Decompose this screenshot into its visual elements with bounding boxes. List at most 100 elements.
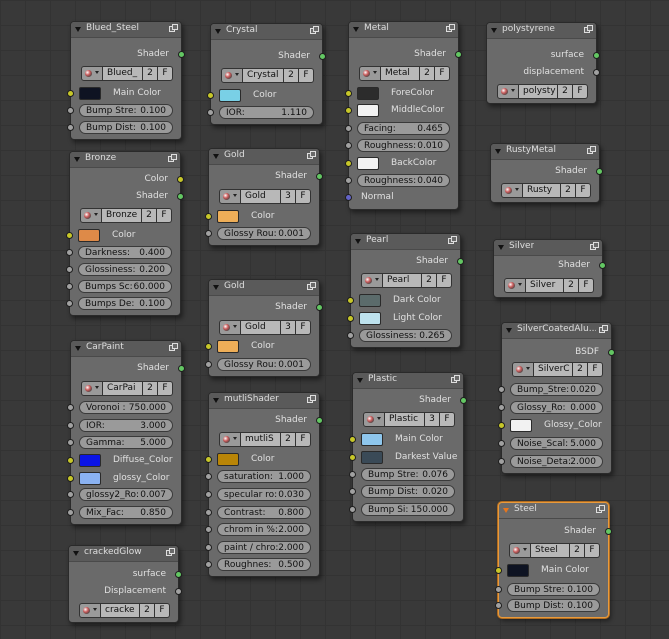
value-input-socket[interactable] bbox=[67, 107, 74, 114]
value-input-socket[interactable] bbox=[498, 386, 505, 393]
node-silver[interactable]: Silver Shader Silver 2 F bbox=[493, 239, 606, 298]
node-tree-name-field[interactable]: Crystal bbox=[243, 68, 284, 83]
output-socket[interactable] bbox=[316, 304, 323, 311]
node-header[interactable]: Gold bbox=[209, 149, 319, 165]
value-field[interactable]: Bump Dist: 0.020 bbox=[361, 485, 455, 498]
output-socket[interactable] bbox=[460, 397, 467, 404]
node-editor-canvas[interactable]: Blued_Steel Shader Blued_ 2 F Main Color Bump … bbox=[0, 0, 669, 639]
value-field[interactable]: Glossiness: 0.200 bbox=[78, 263, 172, 276]
value-input-socket[interactable] bbox=[498, 458, 505, 465]
node-header[interactable]: Silver bbox=[494, 240, 602, 256]
node-tree-users-count[interactable]: 2 bbox=[143, 66, 158, 81]
value-input-socket[interactable] bbox=[67, 509, 74, 516]
color-input-socket[interactable] bbox=[495, 567, 502, 574]
value-input-socket[interactable] bbox=[349, 488, 356, 495]
node-steel[interactable]: Steel Shader Steel 2 F Main Color Bump Stre: 0.… bbox=[495, 502, 612, 618]
fake-user-button[interactable]: F bbox=[579, 278, 594, 293]
node-tree-name-field[interactable]: Steel bbox=[531, 543, 570, 558]
output-socket[interactable] bbox=[177, 193, 184, 200]
color-swatch[interactable] bbox=[359, 294, 381, 307]
node-tree-browse-button[interactable] bbox=[81, 381, 103, 396]
color-input-socket[interactable] bbox=[345, 90, 352, 97]
color-swatch[interactable] bbox=[507, 564, 529, 577]
value-field[interactable]: Gamma: 5.000 bbox=[79, 436, 173, 449]
color-swatch[interactable] bbox=[357, 157, 379, 170]
node-tree-users-count[interactable]: 2 bbox=[573, 362, 588, 377]
output-socket[interactable] bbox=[175, 571, 182, 578]
node-header[interactable]: mutliShader bbox=[209, 393, 319, 409]
value-input-socket[interactable] bbox=[498, 440, 505, 447]
group-node-icon[interactable] bbox=[307, 395, 316, 404]
node-tree-browse-button[interactable] bbox=[512, 362, 534, 377]
node-header[interactable]: SilverCoatedAlu... bbox=[502, 323, 611, 339]
output-socket[interactable] bbox=[596, 168, 603, 175]
node-polystyrene[interactable]: polystyrene surface displacement polysty 2 F bbox=[486, 22, 600, 104]
color-input-socket[interactable] bbox=[67, 475, 74, 482]
node-header[interactable]: Metal bbox=[349, 22, 458, 38]
collapse-arrow-icon[interactable] bbox=[353, 27, 359, 32]
color-swatch[interactable] bbox=[79, 454, 101, 467]
node-tree-browse-button[interactable] bbox=[219, 189, 241, 204]
color-input-socket[interactable] bbox=[205, 213, 212, 220]
value-input-socket[interactable] bbox=[205, 491, 212, 498]
value-input-socket[interactable] bbox=[345, 177, 352, 184]
output-socket[interactable] bbox=[177, 176, 184, 183]
value-field[interactable]: Glossy Rou: 0.001 bbox=[217, 227, 311, 240]
node-tree-browse-button[interactable] bbox=[359, 66, 381, 81]
color-swatch[interactable] bbox=[361, 451, 383, 464]
node-tree-name-field[interactable]: Metal bbox=[381, 66, 420, 81]
value-input-socket[interactable] bbox=[498, 404, 505, 411]
value-input-socket[interactable] bbox=[205, 473, 212, 480]
value-input-socket[interactable] bbox=[495, 586, 502, 593]
value-field[interactable]: Noise_Scal: 5.000 bbox=[510, 437, 603, 450]
node-carpaint[interactable]: CarPaint Shader CarPai 2 F Voronoi :750.000 IO… bbox=[67, 340, 185, 525]
group-node-icon[interactable] bbox=[448, 236, 457, 245]
value-input-socket[interactable] bbox=[67, 422, 74, 429]
node-tree-browse-button[interactable] bbox=[361, 273, 383, 288]
fake-user-button[interactable]: F bbox=[588, 362, 603, 377]
node-tree-browse-button[interactable] bbox=[80, 208, 102, 223]
group-node-icon[interactable] bbox=[446, 24, 455, 33]
value-input-socket[interactable] bbox=[67, 439, 74, 446]
value-field[interactable]: IOR: 1.110 bbox=[219, 106, 314, 119]
value-field[interactable]: paint / chro: 2.000 bbox=[217, 541, 311, 554]
node-crystal[interactable]: Crystal Shader Crystal 2 F Color IOR: 1.110 bbox=[207, 23, 326, 125]
group-node-icon[interactable] bbox=[168, 154, 177, 163]
node-gold-1[interactable]: Gold Shader Gold 3 F Color Glossy Rou: 0.001 bbox=[205, 148, 323, 246]
node-tree-users-count[interactable]: 3 bbox=[281, 320, 296, 335]
value-field[interactable]: Bump_Stre: 0.020 bbox=[510, 383, 603, 396]
fake-user-button[interactable]: F bbox=[437, 273, 452, 288]
color-swatch[interactable] bbox=[361, 433, 383, 446]
output-socket[interactable] bbox=[457, 258, 464, 265]
color-input-socket[interactable] bbox=[66, 232, 73, 239]
node-tree-browse-button[interactable] bbox=[219, 320, 241, 335]
value-input-socket[interactable] bbox=[67, 404, 74, 411]
node-tree-users-count[interactable]: 3 bbox=[425, 412, 440, 427]
value-field[interactable]: Roughnes: 0.500 bbox=[217, 558, 311, 571]
node-tree-users-count[interactable]: 2 bbox=[140, 603, 155, 618]
collapse-arrow-icon[interactable] bbox=[213, 154, 219, 159]
node-tree-name-field[interactable]: Plastic bbox=[385, 412, 425, 427]
value-input-socket[interactable] bbox=[345, 125, 352, 132]
color-swatch[interactable] bbox=[357, 87, 379, 100]
output-socket[interactable] bbox=[316, 173, 323, 180]
node-header[interactable]: Gold bbox=[209, 280, 319, 296]
node-pearl[interactable]: Pearl Shader Pearl 2 F Dark Color Light Color G… bbox=[347, 233, 464, 348]
fake-user-button[interactable]: F bbox=[296, 432, 311, 447]
node-tree-browse-button[interactable] bbox=[509, 543, 531, 558]
value-input-socket[interactable] bbox=[205, 526, 212, 533]
color-swatch[interactable] bbox=[510, 419, 532, 432]
output-socket[interactable] bbox=[599, 262, 606, 269]
value-input-socket[interactable] bbox=[67, 124, 74, 131]
fake-user-button[interactable]: F bbox=[155, 603, 170, 618]
node-plastic[interactable]: Plastic Shader Plastic 3 F Main Color Darkest … bbox=[349, 372, 467, 522]
value-field[interactable]: Bumps De: 0.100 bbox=[78, 297, 172, 310]
group-node-icon[interactable] bbox=[307, 282, 316, 291]
node-tree-users-count[interactable]: 2 bbox=[558, 84, 573, 99]
output-socket[interactable] bbox=[316, 417, 323, 424]
collapse-arrow-icon[interactable] bbox=[213, 398, 219, 403]
output-socket[interactable] bbox=[593, 69, 600, 76]
value-field[interactable]: Darkness: 0.400 bbox=[78, 246, 172, 259]
group-node-icon[interactable] bbox=[590, 242, 599, 251]
node-tree-name-field[interactable]: Rusty bbox=[523, 183, 561, 198]
